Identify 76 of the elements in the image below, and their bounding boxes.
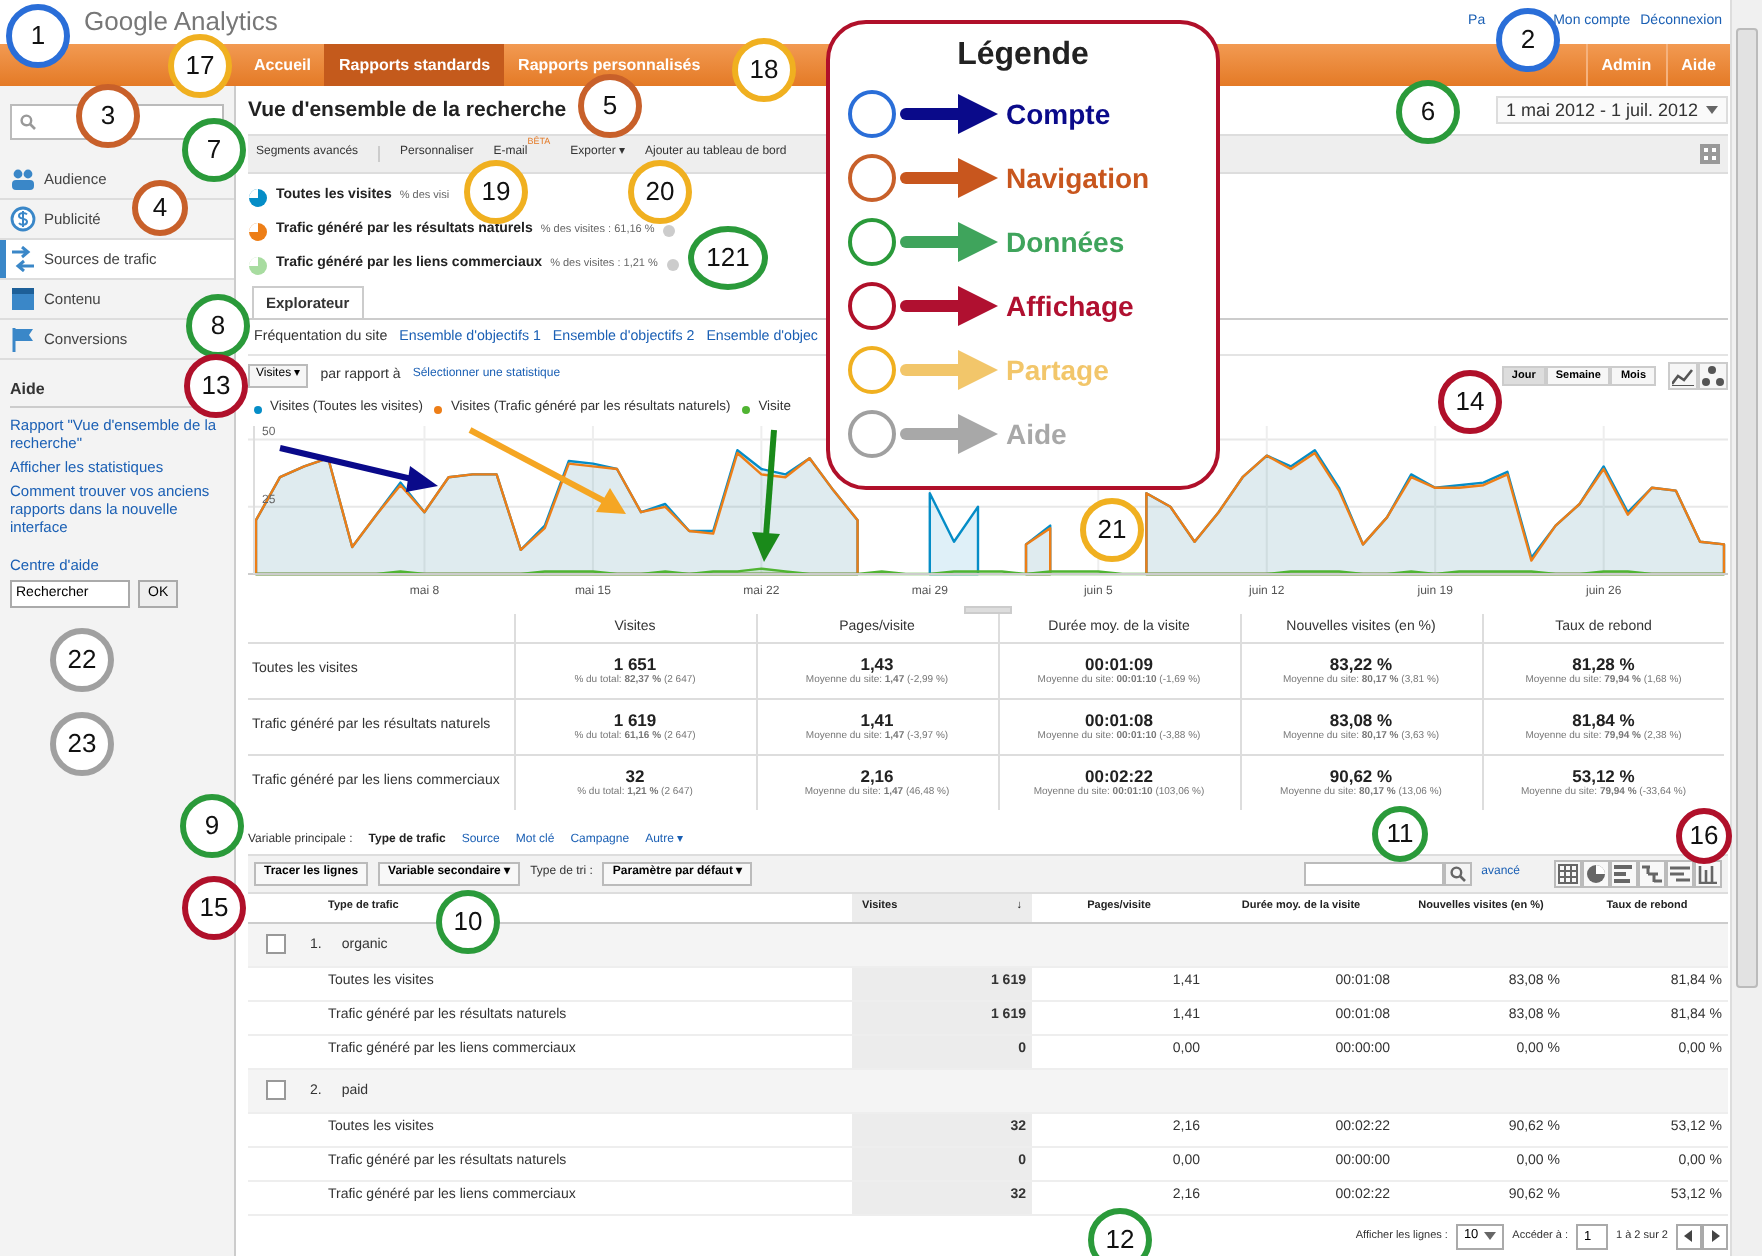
resize-handle[interactable] bbox=[964, 606, 1012, 614]
line-chart-button[interactable] bbox=[1668, 362, 1698, 390]
number-callout: 12 bbox=[1088, 1208, 1152, 1256]
flag-icon bbox=[10, 326, 36, 352]
arrows-icon bbox=[10, 246, 36, 272]
metric-value: 81,84 % bbox=[1570, 709, 1637, 730]
search-button[interactable] bbox=[1443, 862, 1472, 886]
metric-value: 83,08 % bbox=[1327, 709, 1395, 730]
metric-value: 00:01:09 bbox=[1082, 653, 1156, 674]
line-chart-icon bbox=[1672, 366, 1694, 386]
view-button[interactable] bbox=[1582, 860, 1610, 888]
metric-value: 90,62 % bbox=[1329, 766, 1393, 787]
number-callout: 11 bbox=[1372, 806, 1428, 862]
metric-value: 00:02:22 bbox=[1082, 766, 1156, 787]
steps-icon bbox=[1642, 864, 1662, 884]
next-button[interactable] bbox=[1702, 1223, 1728, 1249]
pie-icon bbox=[1586, 864, 1606, 884]
grid-icon bbox=[1558, 864, 1578, 884]
view-button[interactable] bbox=[1554, 860, 1582, 888]
caret-icon bbox=[1484, 1232, 1497, 1240]
logo-text: Google Analytics bbox=[84, 6, 278, 38]
metric-value: 83,22 % bbox=[1327, 653, 1395, 674]
previous-button[interactable] bbox=[1676, 1223, 1702, 1249]
grid-icon[interactable] bbox=[1700, 144, 1720, 164]
table-search-field[interactable] bbox=[1303, 862, 1444, 886]
number-callout: 14 bbox=[1438, 370, 1502, 434]
caret-icon bbox=[1706, 105, 1718, 114]
legend-label: Compte bbox=[1006, 97, 1111, 132]
report-title: Vue d'ensemble de la recherche bbox=[248, 97, 567, 123]
number-callout: 1 bbox=[6, 4, 70, 68]
metric-value: 81,28 % bbox=[1570, 653, 1637, 674]
scrollbar-thumb[interactable] bbox=[1736, 28, 1758, 988]
legend-label: Aide bbox=[1006, 417, 1067, 452]
legend-label: Navigation bbox=[1006, 161, 1150, 196]
legend-label: Affichage bbox=[1006, 289, 1134, 324]
scrollbar[interactable] bbox=[1730, 0, 1762, 1256]
bars-icon bbox=[1614, 864, 1634, 884]
search-icon bbox=[1449, 866, 1466, 882]
search-icon bbox=[20, 114, 36, 130]
number-callout: 21 bbox=[1080, 498, 1144, 562]
row-checkbox[interactable] bbox=[266, 1079, 286, 1100]
people-icon bbox=[10, 166, 36, 192]
info-icon bbox=[662, 224, 677, 238]
legend-label: Données bbox=[1006, 225, 1125, 260]
view-button[interactable] bbox=[1610, 860, 1638, 888]
metric-value: 1 619 bbox=[611, 709, 659, 731]
left-arrow-icon bbox=[1684, 1230, 1694, 1242]
metric-value: 32 bbox=[624, 766, 647, 787]
number-callout: 18 bbox=[732, 38, 796, 102]
metric-value: 1 651 bbox=[611, 653, 659, 675]
info-icon bbox=[665, 258, 680, 272]
nav-tab[interactable]: Rapports standards bbox=[324, 44, 505, 86]
number-callout: 121 bbox=[688, 226, 768, 290]
date-range-picker[interactable]: 1 mai 2012 - 1 juil. 2012 bbox=[1495, 95, 1728, 125]
metric-value: 00:01:08 bbox=[1082, 709, 1156, 730]
number-callout: 20 bbox=[628, 160, 692, 224]
scatter-chart-button[interactable] bbox=[1698, 362, 1728, 390]
number-callout: 19 bbox=[464, 160, 528, 224]
columns-icon bbox=[1698, 864, 1718, 884]
view-button[interactable] bbox=[1666, 860, 1694, 888]
metric-value: 53,12 % bbox=[1572, 766, 1635, 787]
legend-title: Légende bbox=[955, 36, 1091, 75]
arrow bbox=[752, 429, 780, 562]
dollar-icon bbox=[10, 206, 36, 232]
number-callout: 16 bbox=[1676, 808, 1732, 864]
row-checkbox[interactable] bbox=[266, 933, 286, 954]
metric-value: 1,41 bbox=[860, 709, 896, 731]
view-button[interactable] bbox=[1694, 860, 1722, 888]
view-button[interactable] bbox=[1638, 860, 1666, 888]
right-arrow-icon bbox=[1710, 1230, 1720, 1242]
metric-value: 2,16 bbox=[859, 766, 894, 787]
scatter-icon bbox=[1702, 366, 1724, 386]
page-icon bbox=[10, 286, 36, 312]
lines-icon bbox=[1670, 864, 1690, 884]
legend-label: Partage bbox=[1006, 353, 1109, 388]
metric-value: 1,43 bbox=[860, 653, 896, 675]
